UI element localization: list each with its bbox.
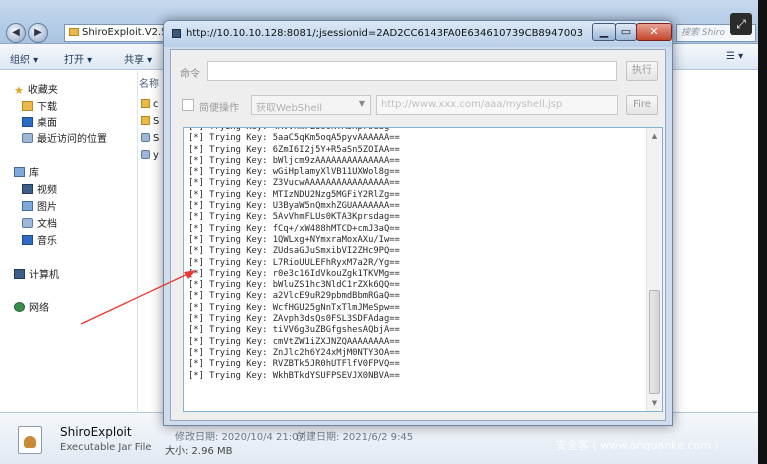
library-icon [14,167,25,177]
column-header-name[interactable]: 名称 [139,75,159,90]
picture-icon [22,201,33,211]
desktop-icon [22,117,33,127]
video-icon [22,184,33,194]
log-line: [*] Trying Key: 5aaC5qKm5oqA5pyvAAAAAA== [188,133,400,144]
minimize-button[interactable]: ▁ [592,23,616,41]
fire-button[interactable]: Fire [626,95,658,115]
log-line: [*] Trying Key: r0e3c16IdVkouZgk1TKVMg== [188,268,400,279]
back-button[interactable]: ◀ [6,23,26,43]
forward-button[interactable]: ▶ [28,23,48,43]
log-line: [*] Trying Key: 5AvVhmFLUs0KTA3Kprsdag== [188,212,400,223]
folder-icon [69,28,79,36]
log-line: [*] Trying Key: a2VlcE9uR29pbmdBbmRGaQ== [188,291,400,302]
log-line: [*] Trying Key: ZAvph3dsQs0FSL3SDFAdag== [188,314,400,325]
file-row[interactable]: S [141,133,159,144]
scroll-down-icon[interactable]: ▼ [648,396,661,410]
command-input[interactable] [207,61,617,81]
simple-op-checkbox[interactable] [182,99,194,111]
details-size: 大小: 2.96 MB [165,446,233,457]
vertical-scrollbar[interactable]: ▲ ▼ [646,128,662,411]
shiro-exploit-window: http://10.10.10.128:8081/;jsessionid=2AD… [163,20,673,426]
sidebar-item-downloads[interactable]: 下载 [22,98,57,113]
address-bar[interactable]: ShiroExploit.V2.5 [64,24,174,42]
log-line: [*] Trying Key: wGiHplamyXlVB11UXWol8g== [188,167,400,178]
window-title: http://10.10.10.128:8081/;jsessionid=2AD… [186,28,583,39]
sidebar-item-desktop[interactable]: 桌面 [22,114,57,129]
sidebar-item-documents[interactable]: 文档 [22,215,57,230]
log-line: [*] Trying Key: ZUdsaGJuSmxibVI2ZHc9PQ== [188,246,400,257]
log-line: [*] Trying Key: fCq+/xW488hMTCD+cmJ3aQ== [188,223,400,234]
log-line: [*] Trying Key: WcfHGU25gNnTxTlmJMeSpw== [188,302,400,313]
watermark: 安全客 ( www.anquanke.com ) [556,439,719,452]
navigation-pane: ★ 收藏夹 下载 桌面 最近访问的位置 库 视频 图片 文档 音乐 计算机 网络 [0,71,138,411]
log-line: [*] Trying Key: tiVV6g3uZBGfgshesAQbjA== [188,325,400,336]
shell-url-input[interactable]: http://www.xxx.com/aaa/myshell.jsp [376,95,618,115]
view-options-button[interactable]: ☰ ▾ [726,51,743,62]
webshell-select[interactable]: 获取WebShell ▼ [251,95,371,115]
details-file-name: ShiroExploit [60,425,132,439]
sidebar-item-computer[interactable]: 计算机 [14,266,59,281]
log-line: [*] Trying Key: cmVtZW1iZXJNZQAAAAAAAA== [188,336,400,347]
open-menu[interactable]: 打开 ▾ [64,51,92,66]
recent-places-icon [22,133,33,143]
music-icon [22,235,33,245]
network-icon [14,302,25,312]
webshell-select-value: 获取WebShell [256,103,323,114]
scroll-up-icon[interactable]: ▲ [648,129,661,143]
execute-button[interactable]: 执行 [626,61,658,81]
command-label: 命令 [180,69,200,80]
app-icon [172,29,181,38]
sidebar-item-network[interactable]: 网络 [14,299,49,314]
log-line: [*] Trying Key: U3ByaW5nQmxhZGUAAAAAAA== [188,201,400,212]
file-row[interactable]: c [141,99,159,110]
share-menu[interactable]: 共享 ▾ [124,51,152,66]
file-icon [141,150,150,159]
downloads-icon [22,101,33,111]
log-line: [*] Trying Key: 1QWLxg+NYmxraMoxAXu/Iw== [188,234,400,245]
window-body: 命令 执行 简便操作 获取WebShell ▼ http://www.xxx.c… [170,49,666,421]
log-line: [*] Trying Key: RVZBTk5JR0hUTFlfV0FPVQ== [188,359,400,370]
log-line: [*] Trying Key: ZnJlc2h6Y24xMjM0NTY3OA== [188,347,400,358]
file-row[interactable]: y [141,150,159,161]
sidebar-item-videos[interactable]: 视频 [22,181,57,196]
document-icon [22,218,33,228]
folder-icon [141,99,150,108]
fullscreen-icon[interactable]: ⤢ [730,13,752,35]
file-row[interactable]: S [141,116,159,127]
chevron-down-icon: ▼ [358,99,365,108]
organize-menu[interactable]: 组织 ▾ [10,51,38,66]
jar-file-icon [18,426,42,454]
maximize-button[interactable]: ▭ [615,23,637,41]
log-lines: [*] Trying Key: 4AvVhmFLUs0KTA3Kprsdag==… [188,128,643,382]
screen-edge [758,0,767,464]
log-line: [*] Trying Key: 6ZmI6I2j5Y+R5aSn5ZOIAA== [188,144,400,155]
close-button[interactable]: ✕ [636,23,672,41]
sidebar-item-favorites[interactable]: ★ 收藏夹 [14,81,58,97]
log-line: [*] Trying Key: bWljcm9zAAAAAAAAAAAAAA== [188,155,400,166]
star-icon: ★ [14,84,24,97]
shell-url-placeholder: http://www.xxx.com/aaa/myshell.jsp [381,99,563,110]
folder-icon [141,116,150,125]
details-modified: 修改日期: 2020/10/4 21:07 [175,432,305,443]
log-line: [*] Trying Key: bWluZS1hc3NldC1rZXk6QQ== [188,280,400,291]
sidebar-item-pictures[interactable]: 图片 [22,198,57,213]
log-line: [*] Trying Key: WkhBTkdYSUFPSEVJX0NBVA== [188,370,400,381]
computer-icon [14,269,25,279]
scroll-thumb[interactable] [649,290,660,394]
details-file-type: Executable Jar File [60,442,152,453]
log-line: [*] Trying Key: Z3VucwAAAAAAAAAAAAAAAA== [188,178,400,189]
output-log[interactable]: [*] Trying Key: 4AvVhmFLUs0KTA3Kprsdag==… [183,127,663,412]
log-line: [*] Trying Key: MTIzNDU2Nzg5MGFiY2RlZg== [188,189,400,200]
sidebar-item-recent[interactable]: 最近访问的位置 [22,130,107,145]
file-icon [141,133,150,142]
simple-op-label: 简便操作 [199,103,239,114]
details-created: 创建日期: 2021/6/2 9:45 [296,432,414,443]
sidebar-item-music[interactable]: 音乐 [22,232,57,247]
window-titlebar[interactable]: http://10.10.10.128:8081/;jsessionid=2AD… [164,21,672,47]
log-line: [*] Trying Key: L7RioUULEFhRyxM7a2R/Yg== [188,257,400,268]
address-text: ShiroExploit.V2.5 [82,27,168,38]
sidebar-item-library[interactable]: 库 [14,164,39,179]
